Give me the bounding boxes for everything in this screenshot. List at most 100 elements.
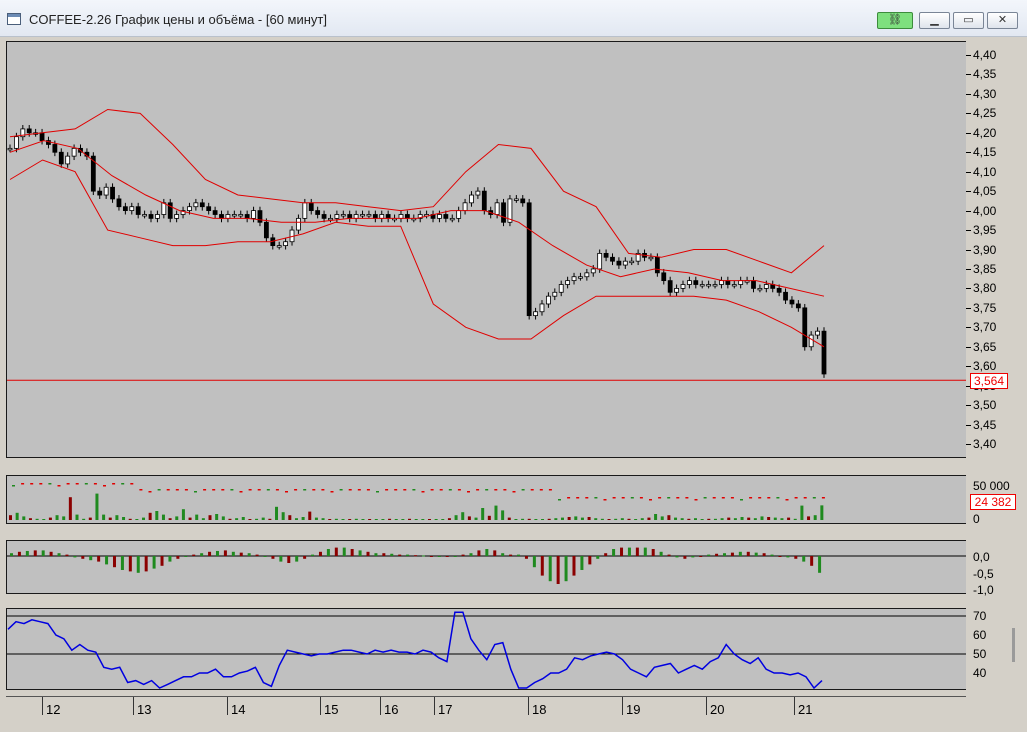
- current-volume-label: 24 382: [970, 494, 1016, 510]
- volume-ma-dash: [676, 497, 680, 499]
- volume-ma-dash: [312, 489, 316, 491]
- volume-ma-dash: [221, 489, 225, 491]
- oscillator-bar: [303, 556, 307, 559]
- candle-body: [808, 334, 814, 348]
- volume-bar: [640, 518, 644, 520]
- oscillator-bar: [596, 556, 600, 559]
- price-tick: [966, 191, 971, 193]
- volume-ma-dash: [585, 497, 589, 499]
- volume-bar: [135, 519, 139, 520]
- volume-ma-dash: [285, 491, 288, 493]
- volume-ma-dash: [812, 497, 816, 499]
- volume-ma-dash: [30, 483, 34, 485]
- oscillator-bar: [651, 549, 655, 556]
- volume-bar: [348, 519, 352, 520]
- oscillator-bar: [136, 556, 140, 573]
- oscillator-bar: [501, 553, 505, 556]
- candle-body: [590, 268, 596, 274]
- volume-bar: [580, 517, 584, 520]
- volume-bar: [122, 517, 126, 520]
- volume-ma-dash: [48, 483, 52, 485]
- oscillator-bar: [263, 556, 267, 557]
- volume-bar: [288, 515, 292, 520]
- time-tick: [794, 697, 795, 715]
- volume-ma-dash: [139, 489, 143, 491]
- oscillator-bar: [675, 556, 679, 558]
- volume-ma-dash: [576, 497, 580, 499]
- volume-ma-dash: [567, 497, 571, 499]
- oscillator-bar: [89, 556, 93, 561]
- volume-ma-dash: [494, 489, 498, 491]
- candle-body: [308, 202, 314, 212]
- volume-bar: [454, 515, 458, 520]
- oscillator-bar: [659, 551, 663, 556]
- oscillator-bar: [635, 547, 639, 556]
- rsi-axis-label: 40: [973, 666, 987, 680]
- volume-bar: [261, 517, 265, 520]
- volume-ma-dash: [93, 483, 97, 485]
- candle-body: [276, 245, 282, 248]
- volume-ma-dash: [376, 491, 379, 493]
- price-tick: [966, 230, 971, 232]
- candle-body: [449, 217, 455, 221]
- time-tick-label: 18: [532, 702, 547, 717]
- oscillator-bar: [128, 556, 132, 572]
- volume-ma-dash: [594, 497, 598, 499]
- volume-bar: [521, 518, 525, 520]
- volume-ma-dash: [703, 497, 707, 499]
- oscillator-bar: [231, 551, 235, 556]
- candle-body: [667, 280, 673, 293]
- oscillator-bar: [421, 555, 425, 557]
- volume-ma-dash: [266, 489, 270, 491]
- volume-ma-dash: [84, 483, 88, 485]
- oscillator-bar: [620, 547, 624, 556]
- price-tick-label: 4,25: [973, 106, 997, 121]
- oscillator-bar: [524, 556, 528, 559]
- volume-ma-dash: [503, 489, 507, 491]
- volume-ma-dash: [75, 483, 79, 485]
- candle-body: [526, 202, 532, 317]
- oscillator-bar: [366, 551, 370, 556]
- oscillator-bar: [746, 551, 750, 556]
- oscillator-bar: [532, 556, 536, 568]
- candle-body: [97, 190, 103, 196]
- oscillator-bar: [279, 556, 283, 562]
- time-tick-label: 17: [438, 702, 453, 717]
- oscillator-bar: [271, 556, 275, 559]
- volume-ma-dash: [785, 499, 789, 501]
- oscillator-bar: [612, 549, 616, 556]
- volume-bar: [667, 515, 671, 520]
- oscillator-bar: [168, 556, 172, 562]
- volume-bar: [560, 517, 564, 520]
- volume-bar: [760, 516, 764, 520]
- volume-bar: [727, 517, 731, 520]
- candle-body: [558, 284, 564, 293]
- oscillator-bar: [17, 551, 21, 556]
- volume-bar: [707, 518, 711, 520]
- volume-bar: [62, 516, 66, 520]
- oscillator-bar: [707, 554, 711, 556]
- candle-body: [731, 284, 737, 287]
- candle-body: [757, 287, 763, 291]
- candle-body: [263, 221, 269, 239]
- time-tick-label: 15: [324, 702, 339, 717]
- volume-bar: [102, 514, 106, 520]
- volume-bar: [793, 518, 797, 520]
- time-tick-label: 13: [137, 702, 152, 717]
- volume-bar: [753, 518, 757, 520]
- oscillator-bar: [160, 556, 164, 566]
- time-tick: [380, 697, 381, 715]
- oscillator-bar: [350, 549, 354, 556]
- volume-bar: [720, 518, 724, 520]
- volume-ma-dash: [512, 491, 516, 493]
- volume-ma-dash: [39, 483, 43, 485]
- volume-bar: [461, 512, 465, 520]
- candle-body: [494, 202, 500, 215]
- rsi-scroll-handle[interactable]: [1012, 628, 1015, 662]
- volume-bar: [627, 518, 631, 520]
- volume-bar: [547, 518, 551, 520]
- candle-body: [719, 280, 724, 285]
- volume-ma-dash: [749, 497, 753, 499]
- oscillator-bar: [667, 554, 671, 556]
- volume-bar: [574, 516, 578, 520]
